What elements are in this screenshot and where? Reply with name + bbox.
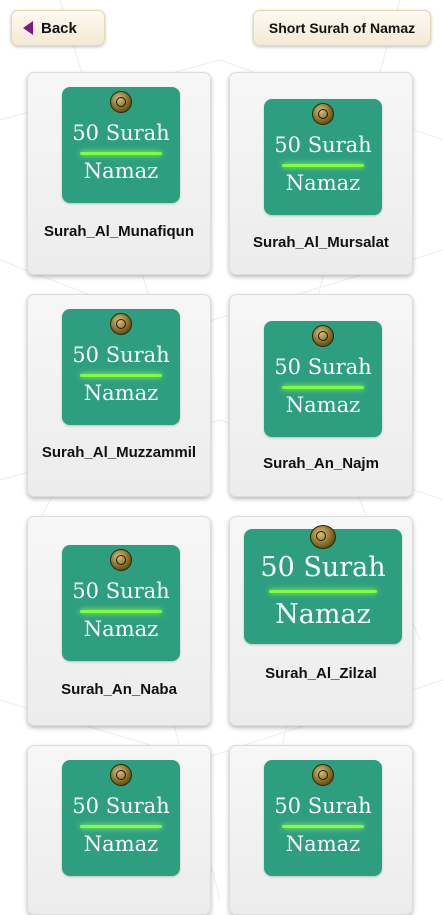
surah-card-an-najm[interactable]: 50 Surah Namaz Surah_An_Najm	[229, 294, 413, 497]
surah-name: Surah_Al_Muzzammil	[41, 444, 197, 461]
surah-card-al-munafiqun[interactable]: 50 Surah Namaz Surah_Al_Munafiqun	[27, 72, 211, 275]
thumbnail-divider	[80, 151, 162, 155]
seal-icon	[312, 325, 334, 347]
thumbnail-line1: 50 Surah	[72, 342, 170, 367]
thumbnail-line2: Namaz	[285, 170, 361, 195]
surah-card[interactable]: 50 Surah Namaz	[229, 745, 413, 915]
surah-name: Surah_An_Naba	[61, 681, 177, 698]
surah-grid: 50 Surah Namaz Surah_Al_Munafiqun 50 Sur…	[0, 0, 443, 915]
thumbnail-line2: Namaz	[83, 831, 159, 856]
surah-thumbnail: 50 Surah Namaz	[62, 309, 180, 425]
surah-thumbnail: 50 Surah Namaz	[264, 99, 382, 215]
page-title: Short Surah of Namaz	[253, 10, 431, 46]
surah-thumbnail: 50 Surah Namaz	[62, 545, 180, 661]
seal-icon	[110, 549, 132, 571]
thumbnail-line1: 50 Surah	[274, 354, 372, 379]
surah-thumbnail: 50 Surah Namaz	[244, 525, 402, 644]
thumbnail-divider	[80, 609, 162, 613]
surah-card-an-naba[interactable]: 50 Surah Namaz Surah_An_Naba	[27, 516, 211, 726]
page-title-text: Short Surah of Namaz	[268, 20, 416, 36]
surah-name: Surah_Al_Munafiqun	[43, 223, 194, 240]
seal-icon	[110, 313, 132, 335]
surah-name: Surah_Al_Mursalat	[253, 234, 389, 251]
thumbnail-line2: Namaz	[285, 392, 361, 417]
seal-icon	[110, 764, 132, 786]
thumbnail-line1: 50 Surah	[274, 793, 372, 818]
thumbnail-line2: Namaz	[83, 616, 159, 641]
seal-icon	[312, 103, 334, 125]
seal-icon	[312, 764, 334, 786]
back-arrow-icon	[23, 21, 33, 35]
surah-card-al-zilzal[interactable]: 50 Surah Namaz Surah_Al_Zilzal	[229, 516, 413, 726]
thumbnail-divider	[282, 163, 364, 167]
thumbnail-line1: 50 Surah	[72, 793, 170, 818]
thumbnail-divider	[282, 385, 364, 389]
thumbnail-line1: 50 Surah	[72, 578, 170, 603]
back-label: Back	[41, 19, 77, 37]
thumbnail-divider	[80, 824, 162, 828]
thumbnail-line1: 50 Surah	[260, 551, 386, 583]
surah-thumbnail: 50 Surah Namaz	[264, 760, 382, 876]
thumbnail-line1: 50 Surah	[72, 120, 170, 145]
seal-icon	[310, 525, 336, 549]
surah-thumbnail: 50 Surah Namaz	[62, 87, 180, 203]
surah-thumbnail: 50 Surah Namaz	[62, 760, 180, 876]
thumbnail-divider	[80, 373, 162, 377]
thumbnail-line2: Namaz	[285, 831, 361, 856]
back-button[interactable]: Back	[11, 10, 105, 46]
surah-card-al-mursalat[interactable]: 50 Surah Namaz Surah_Al_Mursalat	[229, 72, 413, 275]
seal-icon	[110, 91, 132, 113]
thumbnail-line2: Namaz	[83, 158, 159, 183]
thumbnail-line2: Namaz	[275, 598, 371, 630]
thumbnail-line1: 50 Surah	[274, 132, 372, 157]
surah-card-al-muzzammil[interactable]: 50 Surah Namaz Surah_Al_Muzzammil	[27, 294, 211, 497]
thumbnail-divider	[282, 824, 364, 828]
surah-card[interactable]: 50 Surah Namaz	[27, 745, 211, 915]
thumbnail-divider	[269, 589, 377, 593]
surah-name: Surah_Al_Zilzal	[265, 665, 377, 682]
surah-thumbnail: 50 Surah Namaz	[264, 321, 382, 437]
surah-name: Surah_An_Najm	[263, 455, 379, 472]
thumbnail-line2: Namaz	[83, 380, 159, 405]
